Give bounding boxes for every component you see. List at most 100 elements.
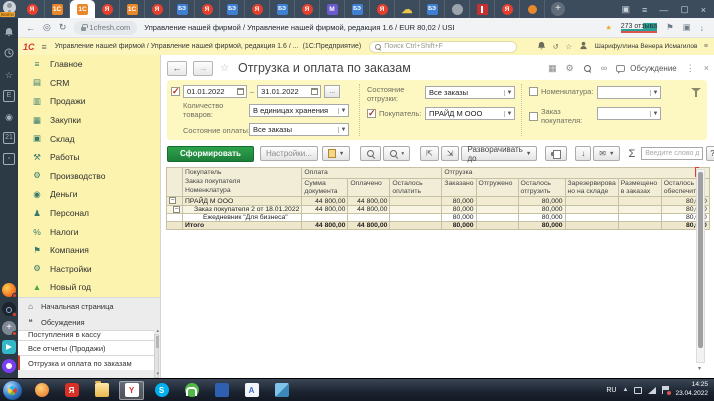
browser-tab[interactable]: БЭ — [220, 0, 245, 18]
sidebar-item-raboty[interactable]: ⚒Работы — [18, 148, 160, 167]
browser-tab[interactable] — [520, 0, 545, 18]
expander-cell[interactable]: − — [167, 197, 183, 205]
app-user-icon[interactable] — [579, 41, 588, 52]
sidebar-item-prodazhi[interactable]: ▥Продажи — [18, 92, 160, 111]
collapse-expander-icon[interactable]: − — [173, 206, 180, 213]
video-play-icon[interactable]: ◉ — [3, 111, 15, 123]
sidebar-item-personal[interactable]: ♟Персонал — [18, 204, 160, 223]
kebab-menu-icon[interactable]: ⋮ — [686, 63, 695, 74]
gear-icon[interactable]: ⚙ — [566, 63, 574, 74]
customer-order-checkbox[interactable] — [529, 112, 538, 121]
filter-funnel-icon[interactable] — [691, 88, 701, 92]
table-row[interactable]: −Заказ покупателя 2 от 18.01.202244 800,… — [167, 205, 710, 213]
browser-tab[interactable] — [470, 0, 495, 18]
chevron-down-icon[interactable]: ▼ — [504, 90, 514, 96]
browser-tab[interactable]: БЭ — [345, 0, 370, 18]
browser-profile[interactable]: Войти — [0, 0, 20, 18]
buyer-checkbox[interactable] — [367, 109, 376, 118]
table-row[interactable]: Итого44 800,0044 800,0080,00080,00080,00… — [167, 222, 710, 230]
user-name[interactable]: Шарифуллина Венера Исмагилов... — [595, 43, 697, 50]
chevron-down-icon[interactable]: ▼ — [650, 90, 660, 96]
protect-icon[interactable]: ◎ — [43, 22, 51, 33]
table-row[interactable]: −ПРАЙД М ООО44 800,0044 800,0080,00080,0… — [167, 197, 710, 205]
footer-scroll-down-icon[interactable]: ▾ — [156, 371, 159, 377]
chevron-down-icon[interactable]: ▼ — [650, 111, 660, 117]
generate-button[interactable]: Сформировать — [167, 146, 254, 162]
vertical-scrollbar[interactable] — [696, 169, 705, 363]
app-search-input[interactable]: Поиск Ctrl+Shift+F — [369, 41, 517, 53]
footer-item-all-reports[interactable]: Все отчеты (Продажи) — [18, 340, 154, 355]
help-button[interactable]: ? — [706, 146, 714, 161]
browser-tab[interactable]: Я — [370, 0, 395, 18]
scroll-thumb[interactable] — [698, 172, 703, 348]
bookmarks-star-icon[interactable]: ☆ — [3, 69, 15, 81]
table-row[interactable]: Ежедневник "Для бизнеса"80,00080,00080,0… — [167, 214, 710, 222]
app-favorites-icon[interactable]: ☆ — [566, 43, 572, 51]
taskbar-item-yandex-browser[interactable]: Y — [119, 381, 144, 400]
search-document-icon[interactable] — [583, 64, 592, 73]
customer-order-select[interactable]: ▼ — [597, 107, 661, 120]
taskbar-item-text-app[interactable]: A — [239, 381, 264, 400]
reload-icon[interactable]: ↻ — [59, 22, 67, 33]
app-menu-icon[interactable]: ≡ — [42, 42, 47, 52]
chevron-down-icon[interactable]: ▼ — [338, 127, 348, 133]
table-filter-input[interactable] — [641, 147, 703, 160]
sidebar-item-zakupki[interactable]: ▦Закупки — [18, 111, 160, 130]
dark-app-dock-icon[interactable] — [2, 302, 16, 316]
taskbar-item-media-player[interactable] — [29, 381, 54, 400]
footer-scroll-thumb[interactable] — [156, 336, 159, 348]
add-app-dock-icon[interactable]: + — [2, 321, 16, 335]
footer-item-home[interactable]: ⌂Начальная страница — [18, 298, 154, 314]
link-icon[interactable]: ∞ — [601, 63, 607, 73]
yandex-browser-dock-icon[interactable] — [2, 283, 16, 297]
back-icon[interactable]: ← — [26, 23, 35, 33]
taskbar-item-yandex-app[interactable]: Я — [59, 381, 84, 400]
services-icon[interactable]: E — [3, 90, 15, 102]
history-back-button[interactable]: ← — [167, 61, 187, 76]
reviews-link[interactable]: 273 отзыва — [621, 23, 657, 33]
shipment-state-select[interactable]: Все заказы▼ — [425, 86, 515, 99]
browser-tab[interactable]: Я — [20, 0, 45, 18]
browser-tab[interactable]: БЭ — [420, 0, 445, 18]
taskbar-item-explorer[interactable] — [89, 381, 114, 400]
start-button[interactable] — [3, 381, 22, 400]
calendar-icon[interactable] — [237, 88, 244, 95]
taskbar-item-windows-tool[interactable] — [209, 381, 234, 400]
browser-menu-icon[interactable]: ≡ — [642, 5, 647, 15]
chevron-down-icon[interactable]: ▼ — [504, 111, 514, 117]
collections-icon[interactable]: ▣ — [683, 22, 691, 33]
app-bell-icon[interactable] — [537, 41, 546, 52]
period-checkbox[interactable] — [171, 87, 180, 96]
find-next-button[interactable]: ▾ — [383, 146, 410, 161]
taskbar-item-headset-app[interactable] — [179, 381, 204, 400]
browser-tab[interactable]: БЭ — [170, 0, 195, 18]
nomenclature-select[interactable]: ▼ — [597, 86, 661, 99]
browser-tab[interactable]: Я — [95, 0, 120, 18]
sidebar-item-crm[interactable]: ▤CRM — [18, 74, 160, 93]
screenshot-icon[interactable]: ▫ — [3, 153, 15, 165]
collapse-expander-icon[interactable]: − — [169, 197, 176, 204]
sidebar-item-kompaniya[interactable]: ⚑Компания — [18, 241, 160, 260]
expand-to-button[interactable]: Разворачивать до▼ — [461, 146, 537, 161]
browser-tab[interactable]: Я — [495, 0, 520, 18]
browser-tab[interactable]: Я — [145, 0, 170, 18]
sum-sigma-icon[interactable]: Σ — [628, 148, 635, 160]
browser-tab[interactable] — [445, 0, 470, 18]
language-indicator[interactable]: RU — [606, 387, 616, 394]
close-window-button[interactable]: × — [701, 5, 706, 15]
sidebar-item-nalogi[interactable]: %Налоги — [18, 222, 160, 241]
url-field[interactable]: 1cfresh.com — [74, 21, 137, 35]
browser-tab[interactable]: Я — [195, 0, 220, 18]
date-from-field[interactable]: 01.01.2022 — [183, 85, 247, 98]
alice-dock-icon[interactable] — [2, 359, 16, 373]
tray-expand-icon[interactable]: ▲ — [623, 387, 629, 393]
side-panels-icon[interactable]: ▣ — [621, 4, 630, 15]
app-settings-menu-icon[interactable]: ≡ — [704, 43, 708, 50]
chevron-down-icon[interactable]: ▼ — [338, 108, 348, 114]
report-variants-button[interactable]: ▼ — [322, 146, 350, 161]
favorite-star-icon[interactable]: ☆ — [220, 63, 229, 74]
network-icon[interactable] — [648, 387, 656, 394]
close-report-icon[interactable]: × — [704, 63, 709, 73]
collapse-groups-button[interactable]: ⇱ — [420, 146, 439, 161]
browser-tab[interactable]: 1С — [45, 0, 70, 18]
